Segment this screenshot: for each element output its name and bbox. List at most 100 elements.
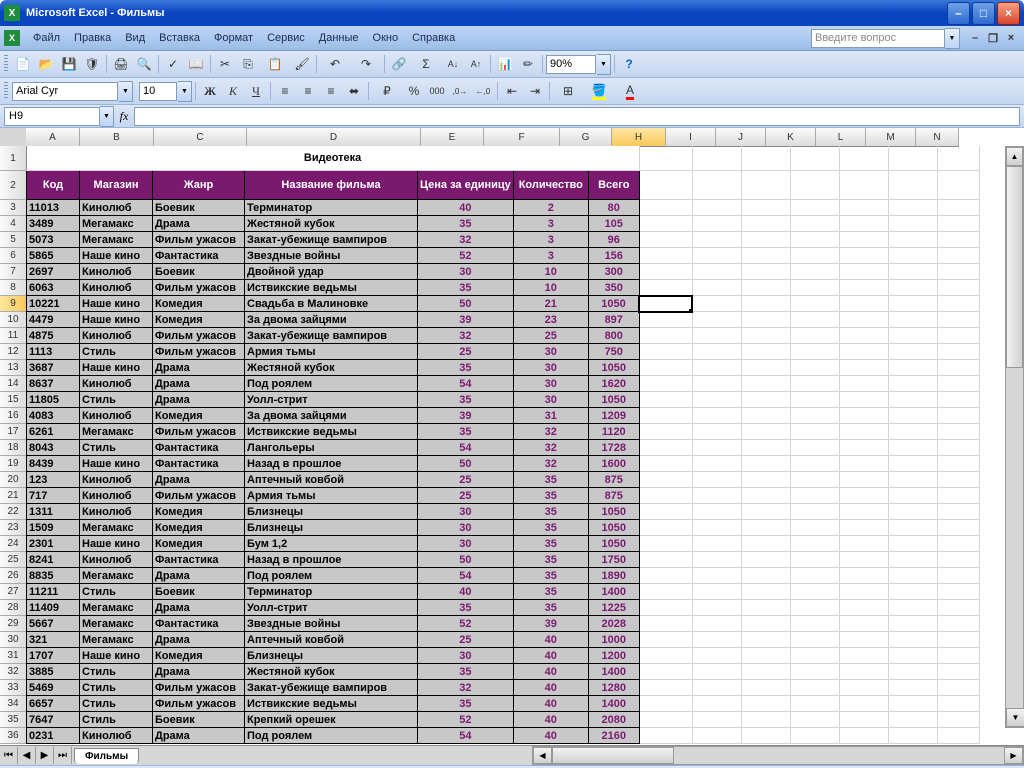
toolbar-grip[interactable] (4, 82, 8, 100)
cell[interactable] (692, 632, 741, 648)
cell[interactable] (888, 456, 937, 472)
cell[interactable] (937, 696, 979, 712)
data-cell[interactable]: Наше кино (80, 296, 153, 312)
cell[interactable] (839, 648, 888, 664)
cell[interactable] (839, 376, 888, 392)
data-cell[interactable]: 3885 (27, 664, 80, 680)
cell[interactable] (888, 312, 937, 328)
cell[interactable] (639, 312, 692, 328)
cell[interactable] (692, 232, 741, 248)
cell[interactable] (741, 632, 790, 648)
column-header[interactable]: D (247, 128, 421, 147)
cell[interactable] (741, 472, 790, 488)
data-cell[interactable]: 8439 (27, 456, 80, 472)
cell[interactable] (741, 328, 790, 344)
cell[interactable] (692, 536, 741, 552)
data-cell[interactable]: 2028 (588, 616, 639, 632)
tab-next-button[interactable]: ▶ (36, 747, 54, 764)
cell[interactable] (790, 424, 839, 440)
cell[interactable] (639, 146, 692, 171)
data-cell[interactable]: 10 (513, 264, 588, 280)
cell[interactable] (741, 408, 790, 424)
cell[interactable] (937, 200, 979, 216)
data-cell[interactable]: Стиль (80, 680, 153, 696)
cell[interactable] (692, 146, 741, 171)
data-cell[interactable]: Мегамакс (80, 600, 153, 616)
data-cell[interactable]: Фильм ужасов (153, 280, 245, 296)
cell[interactable] (790, 312, 839, 328)
font-name-input[interactable]: Arial Cyr (12, 82, 118, 101)
cell[interactable] (839, 552, 888, 568)
cell[interactable] (839, 280, 888, 296)
data-cell[interactable]: Драма (153, 216, 245, 232)
data-cell[interactable]: 5073 (27, 232, 80, 248)
cell[interactable] (790, 344, 839, 360)
cell[interactable] (692, 264, 741, 280)
cell[interactable] (888, 520, 937, 536)
new-button[interactable]: 📄 (12, 53, 34, 75)
cell[interactable] (839, 520, 888, 536)
cell[interactable] (692, 200, 741, 216)
print-button[interactable]: 🖨 (110, 53, 132, 75)
cell[interactable] (741, 680, 790, 696)
data-cell[interactable]: Стиль (80, 344, 153, 360)
cell[interactable] (639, 664, 692, 680)
print-preview-button[interactable]: 🔍 (133, 53, 155, 75)
data-cell[interactable]: За двома зайцями (245, 408, 418, 424)
data-cell[interactable]: 1050 (588, 296, 639, 312)
cell[interactable] (888, 440, 937, 456)
data-cell[interactable]: 52 (418, 248, 514, 264)
scroll-thumb[interactable] (552, 747, 674, 764)
cell[interactable] (839, 264, 888, 280)
cell[interactable] (937, 424, 979, 440)
mdi-restore[interactable]: ❐ (984, 30, 1002, 46)
cell[interactable] (937, 568, 979, 584)
data-cell[interactable]: Фильм ужасов (153, 328, 245, 344)
data-cell[interactable]: Уолл-стрит (245, 392, 418, 408)
data-cell[interactable]: 1400 (588, 584, 639, 600)
save-button[interactable]: 💾 (58, 53, 80, 75)
data-cell[interactable]: Драма (153, 568, 245, 584)
data-cell[interactable]: Закат-убежище вампиров (245, 232, 418, 248)
data-cell[interactable]: 80 (588, 200, 639, 216)
data-cell[interactable]: 1209 (588, 408, 639, 424)
row-header[interactable]: 25 (0, 552, 27, 568)
data-cell[interactable]: 1113 (27, 344, 80, 360)
data-cell[interactable]: 54 (418, 440, 514, 456)
column-header[interactable]: K (766, 128, 816, 147)
cell[interactable] (639, 376, 692, 392)
data-cell[interactable]: 1509 (27, 520, 80, 536)
copy-button[interactable]: ⎘ (237, 53, 259, 75)
data-cell[interactable]: 1311 (27, 504, 80, 520)
row-header[interactable]: 8 (0, 280, 27, 296)
row-header[interactable]: 5 (0, 232, 27, 248)
cell[interactable] (639, 504, 692, 520)
data-cell[interactable]: Боевик (153, 200, 245, 216)
cell[interactable] (790, 200, 839, 216)
table-header-cell[interactable]: Название фильма (245, 171, 418, 200)
cell[interactable] (839, 568, 888, 584)
cell[interactable] (888, 632, 937, 648)
data-cell[interactable]: Аптечный ковбой (245, 632, 418, 648)
cell[interactable] (937, 328, 979, 344)
cell[interactable] (790, 584, 839, 600)
cell[interactable] (839, 488, 888, 504)
data-cell[interactable]: Терминатор (245, 584, 418, 600)
row-header[interactable]: 4 (0, 216, 27, 232)
cell[interactable] (639, 584, 692, 600)
cell[interactable] (888, 424, 937, 440)
data-cell[interactable]: 35 (513, 488, 588, 504)
cell[interactable] (888, 392, 937, 408)
font-name-dropdown[interactable]: ▼ (119, 81, 133, 102)
cell[interactable] (741, 146, 790, 171)
data-cell[interactable]: 1050 (588, 392, 639, 408)
table-header-cell[interactable]: Цена за единицу (418, 171, 514, 200)
data-cell[interactable]: Стиль (80, 712, 153, 728)
row-header[interactable]: 20 (0, 472, 27, 488)
data-cell[interactable]: 1050 (588, 536, 639, 552)
data-cell[interactable]: Фильм ужасов (153, 680, 245, 696)
row-header[interactable]: 1 (0, 146, 27, 171)
data-cell[interactable]: 54 (418, 376, 514, 392)
cell[interactable] (790, 616, 839, 632)
cell[interactable] (639, 648, 692, 664)
